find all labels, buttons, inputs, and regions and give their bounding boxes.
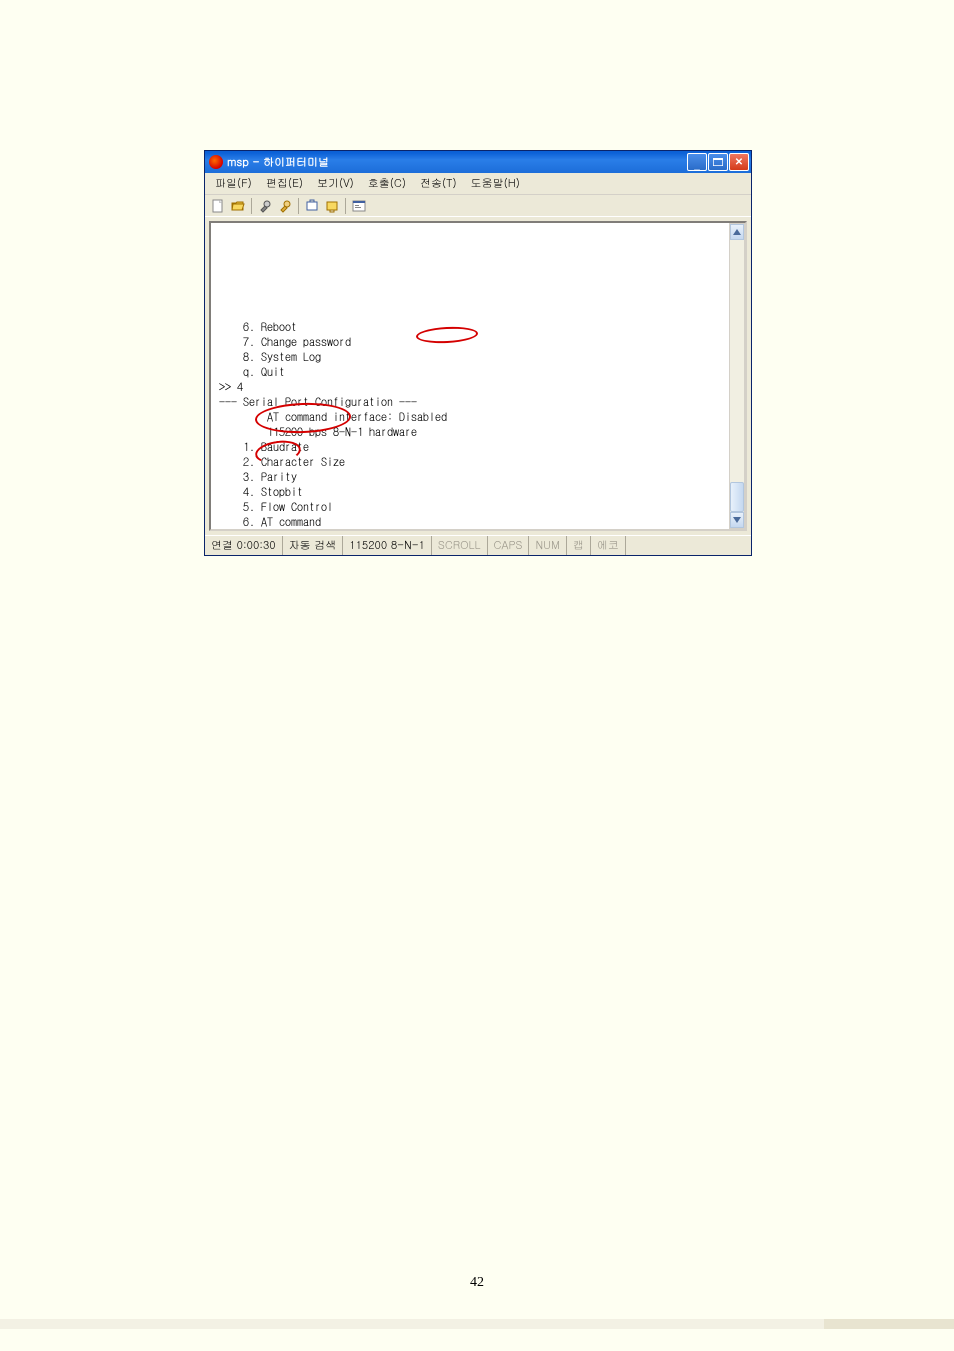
terminal-line: --- Serial Port Configuration --- [219,394,735,409]
terminal-line: 7. Change password [219,334,735,349]
page-number: 42 [0,1275,954,1291]
terminal-line: 5. Flow Control [219,499,735,514]
send-icon[interactable] [303,197,321,215]
toolbar-separator-3 [345,198,346,214]
terminal-line: q. Quit [219,529,735,531]
terminal[interactable]: 6. Reboot 7. Change password 8. System L… [209,221,747,531]
menu-edit[interactable]: 편집(E) [260,175,309,192]
new-icon[interactable] [209,197,227,215]
window-title: msp - 하이퍼터미널 [227,155,687,170]
terminal-line: 115200 bps 8-N-1 hardware [219,424,735,439]
status-caps: CAPS [488,536,530,555]
page-footer-accent [824,1319,954,1329]
scroll-thumb[interactable] [730,482,744,512]
terminal-line: >> 4 [219,379,735,394]
connect-icon[interactable] [256,197,274,215]
terminal-line: 4. Stopbit [219,484,735,499]
status-num: NUM [529,536,566,555]
status-capture: 캡 [567,536,591,555]
status-scroll: SCROLL [432,536,488,555]
close-button[interactable]: ✕ [729,153,749,171]
menu-view[interactable]: 보기(V) [311,175,360,192]
toolbar-separator [251,198,252,214]
toolbar-separator-2 [298,198,299,214]
vertical-scrollbar[interactable] [729,223,745,529]
terminal-line: 1. Baudrate [219,439,735,454]
menubar: 파일(F) 편집(E) 보기(V) 호출(C) 전송(T) 도움말(H) [205,173,751,195]
status-auto-detect: 자동 검색 [283,536,344,555]
menu-help[interactable]: 도움말(H) [465,175,526,192]
terminal-line: 2. Character Size [219,454,735,469]
maximize-button[interactable] [708,153,728,171]
titlebar: msp - 하이퍼터미널 _ ✕ [205,151,751,173]
minimize-button[interactable]: _ [687,153,707,171]
statusbar: 연결 0:00:30 자동 검색 115200 8-N-1 SCROLL CAP… [205,535,751,555]
status-port-settings: 115200 8-N-1 [343,536,432,555]
terminal-line: q. Quit [219,364,735,379]
terminal-area: 6. Reboot 7. Change password 8. System L… [205,217,751,535]
disconnect-icon[interactable] [276,197,294,215]
terminal-line: 8. System Log [219,349,735,364]
terminal-line: AT command interface: Disabled [219,409,735,424]
scroll-track[interactable] [730,240,744,512]
status-echo: 에코 [591,536,626,555]
window-controls: _ ✕ [687,153,749,171]
menu-call[interactable]: 호출(C) [362,175,412,192]
terminal-line: 6. AT command [219,514,735,529]
receive-icon[interactable] [323,197,341,215]
open-icon[interactable] [229,197,247,215]
page-footer-bar [0,1319,954,1329]
menu-transfer[interactable]: 전송(T) [414,175,463,192]
toolbar [205,195,751,217]
terminal-line: 3. Parity [219,469,735,484]
status-connection: 연결 0:00:30 [205,536,283,555]
app-window: msp - 하이퍼터미널 _ ✕ 파일(F) 편집(E) 보기(V) 호출(C)… [204,150,752,556]
terminal-line: 6. Reboot [219,319,735,334]
app-icon [209,155,223,169]
menu-file[interactable]: 파일(F) [209,175,258,192]
scroll-up-icon[interactable] [730,224,744,240]
properties-icon[interactable] [350,197,368,215]
scroll-down-icon[interactable] [730,512,744,528]
